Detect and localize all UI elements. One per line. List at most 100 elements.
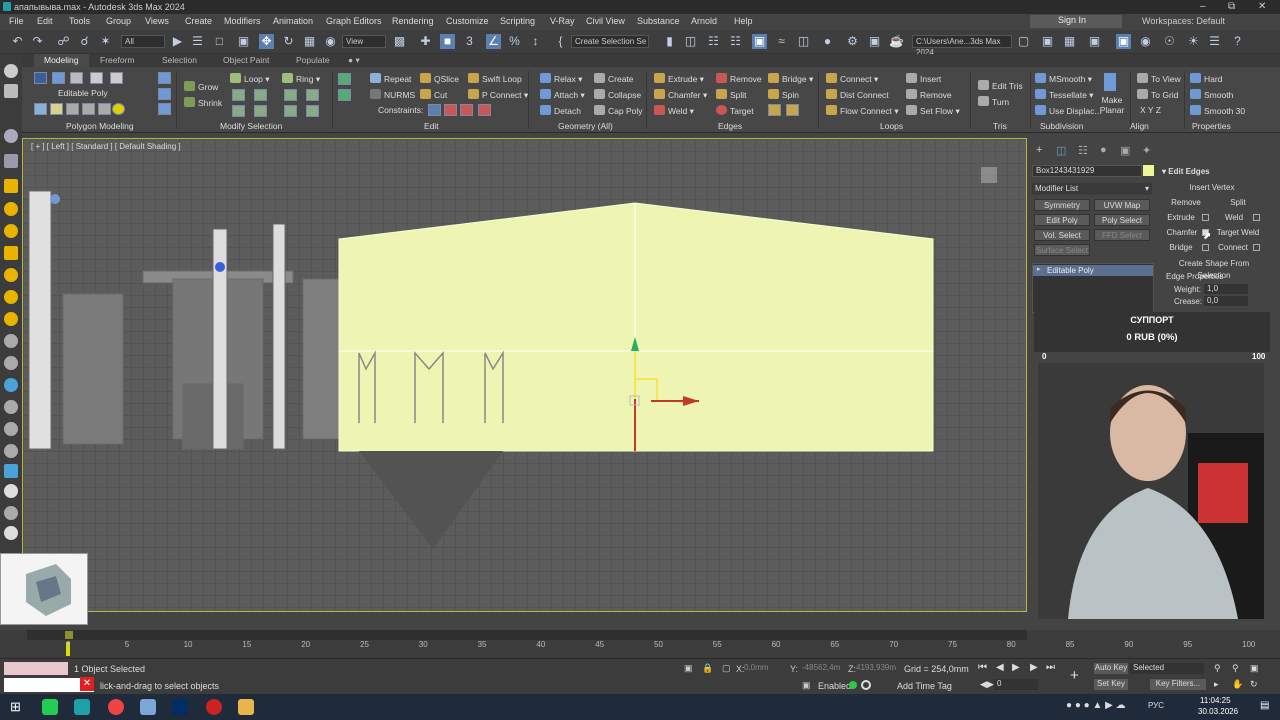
system-icon[interactable] <box>4 246 18 260</box>
relax-button[interactable]: Relax ▾ <box>540 73 582 85</box>
viewport-icon[interactable]: ▣ <box>1040 34 1055 49</box>
sun-icon[interactable] <box>4 290 18 304</box>
orbit-icon[interactable]: ↻ <box>1250 679 1258 690</box>
time-slider-track[interactable] <box>27 630 1027 640</box>
group-edges[interactable]: Edges <box>718 121 742 131</box>
group-edit[interactable]: Edit <box>424 121 439 131</box>
box-icon[interactable] <box>4 84 18 98</box>
target-weld-button[interactable]: Target Weld <box>1216 227 1260 239</box>
xyz-buttons[interactable]: X Y Z <box>1140 105 1161 115</box>
lock-icon[interactable]: 🔒 <box>702 663 713 674</box>
taskbar-3dsmax-icon[interactable] <box>74 699 90 715</box>
use-displac-button[interactable]: Use Displac... <box>1035 105 1101 116</box>
object-name-field[interactable]: Box1243431929 <box>1032 165 1142 177</box>
group-modify-selection[interactable]: Modify Selection <box>220 121 282 131</box>
key-mode-dropdown[interactable]: Selected <box>1130 663 1204 674</box>
insert-vertex-button[interactable]: Insert Vertex <box>1170 182 1254 194</box>
schematic-icon[interactable]: ◫ <box>796 34 811 49</box>
loop-mode2-icon[interactable] <box>254 105 267 117</box>
angle-snap-icon[interactable]: ∠ <box>486 34 501 49</box>
modify-panel-icon[interactable]: ◫ <box>1056 144 1066 157</box>
select-by-name-icon[interactable]: ☰ <box>190 34 205 49</box>
x-coordinate[interactable]: 0,0mm <box>744 663 784 674</box>
zoom-icon[interactable]: ⚲ <box>1214 663 1221 674</box>
prev-frame-icon[interactable]: ◀ <box>996 662 1004 673</box>
symmetry-button[interactable]: Symmetry <box>1034 199 1090 211</box>
display-panel-icon[interactable]: ▣ <box>1120 144 1130 157</box>
stack-item-editable-poly[interactable]: Editable Poly <box>1033 265 1153 276</box>
msmooth-button[interactable]: MSmooth ▾ <box>1035 73 1092 85</box>
sphere-icon[interactable] <box>4 64 18 78</box>
spacewarp-icon[interactable] <box>4 224 18 238</box>
plant-icon[interactable] <box>4 400 18 414</box>
vertex-mode-icon[interactable] <box>34 72 47 84</box>
selection-filter-dropdown[interactable]: All <box>121 35 165 48</box>
edges-chamfer-button[interactable]: Chamfer <box>1166 227 1198 239</box>
enabled-indicator[interactable] <box>849 681 857 689</box>
constraint-edge-icon[interactable] <box>444 104 457 116</box>
pan-icon[interactable]: ✋ <box>1232 679 1243 690</box>
next-frame-icon[interactable]: ▶ <box>1030 662 1038 673</box>
utilities-panel-icon[interactable]: ✦ <box>1142 144 1151 157</box>
z-coordinate[interactable]: 4193,939m <box>856 663 900 674</box>
menu-arnold[interactable]: Arnold <box>691 16 717 26</box>
tessellate-button[interactable]: Tessellate ▾ <box>1035 89 1093 101</box>
select-sub2-icon[interactable] <box>158 88 171 100</box>
bridge-settings-icon[interactable] <box>1202 244 1209 251</box>
menu-modifiers[interactable]: Modifiers <box>224 16 261 26</box>
light-icon[interactable]: ☀ <box>1186 34 1201 49</box>
edit-extra2-icon[interactable] <box>338 89 351 101</box>
polygon-mode-icon[interactable] <box>90 72 103 84</box>
menu-file[interactable]: File <box>9 16 24 26</box>
scene-explorer-icon[interactable]: ☷ <box>706 34 721 49</box>
selection-set-dropdown[interactable]: Create Selection Se <box>571 35 649 48</box>
shrink-button[interactable]: Shrink <box>184 97 222 108</box>
effect-icon[interactable] <box>4 312 18 326</box>
weld-settings-icon[interactable] <box>1253 214 1260 221</box>
create-shape-button[interactable]: Create Shape From Selection <box>1164 258 1264 280</box>
group-properties[interactable]: Properties <box>1192 121 1231 131</box>
edges-weld-button[interactable]: Weld <box>1218 212 1250 224</box>
modifier-list-dropdown[interactable]: Modifier List ▾ <box>1032 183 1152 195</box>
menu-civil-view[interactable]: Civil View <box>586 16 625 26</box>
project-path-dropdown[interactable]: C:\Users\Ane...3ds Max 2024 <box>912 35 1012 57</box>
group-geometry-all[interactable]: Geometry (All) <box>558 121 613 131</box>
edge-extra-icon[interactable] <box>768 104 781 116</box>
named-selection-icon[interactable]: { <box>553 34 568 49</box>
vol-select-button[interactable]: Vol. Select <box>1034 229 1090 241</box>
vray-frame-icon[interactable]: ▣ <box>1116 34 1131 49</box>
swift-loop-button[interactable]: Swift Loop <box>468 73 522 84</box>
camera-icon[interactable] <box>4 154 18 168</box>
constraint-face-icon[interactable] <box>460 104 473 116</box>
turn-button[interactable]: Turn <box>978 96 1009 107</box>
minimize-icon[interactable]: – <box>1200 1 1206 12</box>
vray-render-icon[interactable]: ◉ <box>1138 34 1153 49</box>
extrude-settings-icon[interactable] <box>1202 214 1209 221</box>
play-icon[interactable]: ▶ <box>1012 662 1020 673</box>
ribbon-toggle-icon[interactable]: ▣ <box>752 34 767 49</box>
edit-tris-button[interactable]: Edit Tris <box>978 80 1023 91</box>
isolate-icon[interactable]: ▣ <box>684 663 693 674</box>
poly-tool-2-icon[interactable] <box>50 103 63 115</box>
maximize-icon[interactable]: ⧉ <box>1228 1 1235 12</box>
create-button[interactable]: Create <box>594 73 634 84</box>
ribbon-options-icon[interactable]: ● ▾ <box>348 55 360 66</box>
group-align[interactable]: Align <box>1130 121 1149 131</box>
absolute-mode-icon[interactable]: ▢ <box>722 663 731 674</box>
windows-start-icon[interactable]: ⊞ <box>10 699 21 715</box>
element-mode-icon[interactable] <box>110 72 123 84</box>
edit-extra-icon[interactable] <box>338 73 351 85</box>
select-object-icon[interactable]: ▶ <box>170 34 185 49</box>
undo-icon[interactable]: ↶ <box>10 34 25 49</box>
border-mode-icon[interactable] <box>70 72 83 84</box>
unlink-icon[interactable]: ☌ <box>77 34 92 49</box>
current-frame-field[interactable]: 0 <box>994 679 1038 690</box>
time-tag-icon[interactable]: ▣ <box>802 680 811 691</box>
flow-connect-button[interactable]: Flow Connect ▾ <box>826 105 899 117</box>
scatter-icon[interactable] <box>4 464 18 478</box>
maxscript-listener[interactable] <box>4 662 68 675</box>
set-flow-button[interactable]: Set Flow ▾ <box>906 105 960 117</box>
help-icon[interactable]: ? <box>1230 34 1245 49</box>
spinner-snap-icon[interactable]: ↕ <box>528 34 543 49</box>
ring-mode-icon[interactable] <box>284 105 297 117</box>
